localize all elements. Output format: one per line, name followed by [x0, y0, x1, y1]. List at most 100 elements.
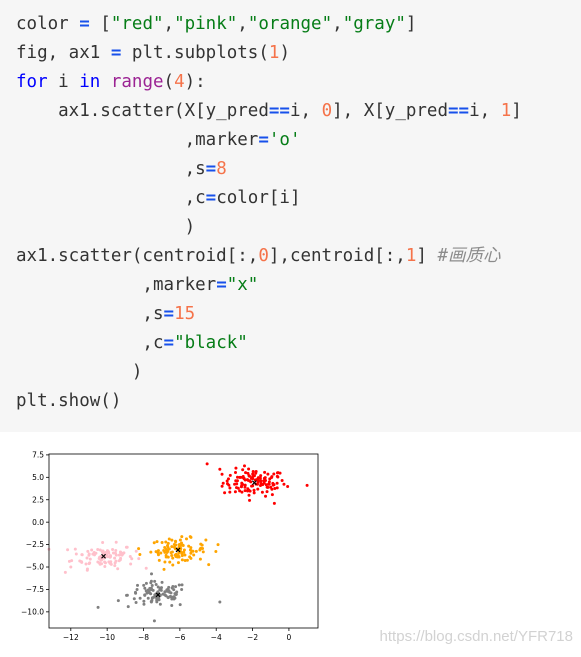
data-point: [189, 535, 193, 539]
data-point: [170, 603, 174, 607]
data-point: [286, 485, 290, 489]
data-point: [192, 553, 196, 557]
code-token: ]: [405, 14, 417, 34]
code-token: =: [216, 275, 227, 295]
y-tick-label: −2.5: [26, 540, 44, 549]
data-point: [87, 553, 91, 557]
code-token: (: [163, 72, 175, 92]
data-point: [170, 538, 174, 542]
data-point: [96, 605, 100, 609]
data-point: [270, 475, 274, 479]
data-point: [254, 471, 258, 475]
x-tick-label: −2: [247, 633, 258, 642]
data-point: [256, 476, 260, 480]
y-tick-label: 2.5: [32, 495, 44, 504]
y-tick-label: 0.0: [32, 518, 44, 527]
code-line: for i in range(4):: [16, 68, 206, 97]
code-token: ,s: [16, 159, 206, 179]
data-point: [156, 585, 160, 589]
data-point: [263, 470, 267, 474]
data-point: [74, 552, 78, 556]
data-point: [160, 540, 164, 544]
axes-frame: [48, 453, 319, 629]
data-point: [177, 583, 181, 587]
code-token: ,marker: [16, 130, 259, 150]
code-token: plt.show(): [16, 391, 122, 411]
code-token: =: [110, 43, 122, 63]
code-token: "orange": [247, 14, 333, 34]
data-point: [243, 489, 247, 493]
code-token: ==: [448, 101, 470, 121]
data-point: [252, 488, 256, 492]
code-token: ,: [163, 14, 175, 34]
data-point: [221, 481, 225, 485]
code-token: fig, ax1: [16, 43, 111, 63]
data-point: [272, 501, 276, 505]
data-point: [170, 545, 174, 549]
data-point: [180, 588, 184, 592]
data-point: [129, 562, 133, 566]
code-token: in: [79, 72, 101, 92]
data-point: [142, 599, 146, 603]
data-point: [177, 555, 181, 559]
data-point: [90, 548, 94, 552]
data-point: [200, 543, 204, 547]
data-point: [161, 592, 165, 596]
code-token: for: [16, 72, 48, 92]
data-point: [189, 551, 193, 555]
data-point: [228, 490, 232, 494]
code-line: color = ["red","pink","orange","gray"]: [16, 10, 416, 39]
code-token: 1: [500, 101, 512, 121]
code-token: "red": [110, 14, 164, 34]
data-point: [243, 478, 247, 482]
data-point: [100, 549, 104, 553]
data-point: [251, 472, 255, 476]
data-point: [243, 483, 247, 487]
data-point: [113, 556, 117, 560]
data-point: [149, 579, 153, 583]
data-point: [241, 468, 245, 472]
data-point: [96, 560, 100, 564]
data-point: [80, 553, 84, 557]
y-tick-label: 7.5: [32, 450, 44, 459]
data-point: [152, 541, 156, 545]
data-point: [176, 561, 180, 565]
code-line: ,c="black": [16, 329, 247, 358]
data-point: [201, 550, 205, 554]
data-point: [125, 593, 129, 597]
data-point: [157, 558, 161, 562]
data-point: [146, 596, 150, 600]
data-point: [267, 480, 271, 484]
data-point: [150, 584, 154, 588]
data-point: [84, 562, 88, 566]
data-point: [172, 542, 176, 546]
data-point: [242, 464, 246, 468]
data-point: [198, 557, 202, 561]
y-tick-label: 5.0: [32, 473, 44, 482]
data-point: [151, 596, 155, 600]
data-point: [275, 481, 279, 485]
code-block: color = ["red","pink","orange","gray"] fi…: [0, 0, 581, 432]
data-point: [244, 471, 248, 475]
code-token: [: [89, 14, 111, 34]
data-point: [114, 553, 118, 557]
code-token: color: [16, 14, 80, 34]
data-point: [143, 593, 147, 597]
code-line: ): [16, 213, 196, 242]
x-tick-label: −12: [63, 633, 79, 642]
code-token: ,c: [16, 333, 164, 353]
x-tick-label: −10: [99, 633, 115, 642]
code-token: ,marker: [16, 275, 217, 295]
data-point: [235, 482, 239, 486]
code-token: 4: [174, 72, 185, 92]
data-point: [169, 595, 173, 599]
code-line: ,marker="x": [16, 271, 258, 300]
data-point: [118, 550, 122, 554]
data-point: [121, 552, 125, 556]
data-point: [130, 557, 134, 561]
data-point: [218, 600, 222, 604]
data-point: [180, 535, 184, 539]
code-token: =: [205, 159, 217, 179]
data-point: [144, 589, 148, 593]
code-token: 'o': [268, 130, 301, 150]
